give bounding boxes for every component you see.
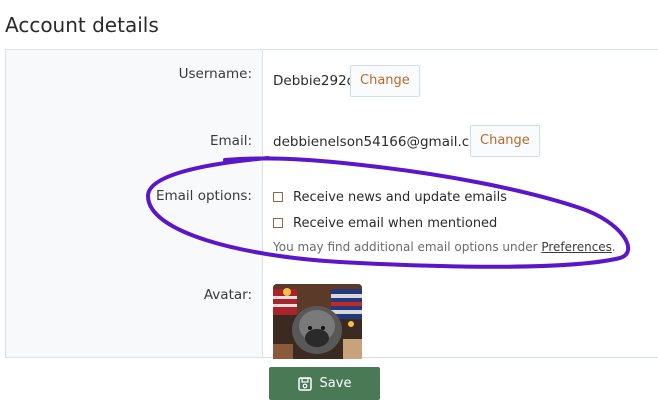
save-button[interactable]: Save — [269, 367, 380, 400]
labels-column: Username: Email: Email options: Avatar: — [6, 50, 262, 357]
mention-email-option[interactable]: Receive email when mentioned — [273, 214, 497, 232]
username-value: Debbie292d — [273, 73, 356, 89]
hint-suffix: . — [611, 240, 616, 254]
values-column: Debbie292d Change debbienelson54166@gmai… — [262, 50, 658, 359]
email-value: debbienelson54166@gmail.com — [273, 134, 491, 150]
preferences-link[interactable]: Preferences — [541, 240, 612, 254]
save-button-label: Save — [319, 376, 352, 391]
email-label: Email: — [209, 133, 252, 149]
page-title: Account details — [5, 13, 159, 37]
avatar-label: Avatar: — [203, 287, 252, 303]
account-details-panel: Username: Email: Email options: Avatar: … — [5, 49, 658, 359]
mention-email-label[interactable]: Receive email when mentioned — [293, 216, 497, 231]
email-options-hint: You may find additional email options un… — [273, 240, 616, 254]
hint-prefix: You may find additional email options un… — [273, 240, 542, 254]
mention-email-checkbox[interactable] — [273, 218, 283, 228]
news-updates-option[interactable]: Receive news and update emails — [273, 188, 507, 206]
change-username-button[interactable]: Change — [350, 65, 420, 97]
email-options-label: Email options: — [155, 188, 252, 204]
avatar-image[interactable] — [273, 284, 362, 359]
change-email-button[interactable]: Change — [470, 125, 540, 157]
news-updates-label[interactable]: Receive news and update emails — [293, 190, 507, 205]
username-label: Username: — [178, 66, 252, 82]
avatar-picture-icon — [273, 284, 362, 359]
floppy-disk-icon — [297, 376, 312, 391]
news-updates-checkbox[interactable] — [273, 192, 283, 202]
